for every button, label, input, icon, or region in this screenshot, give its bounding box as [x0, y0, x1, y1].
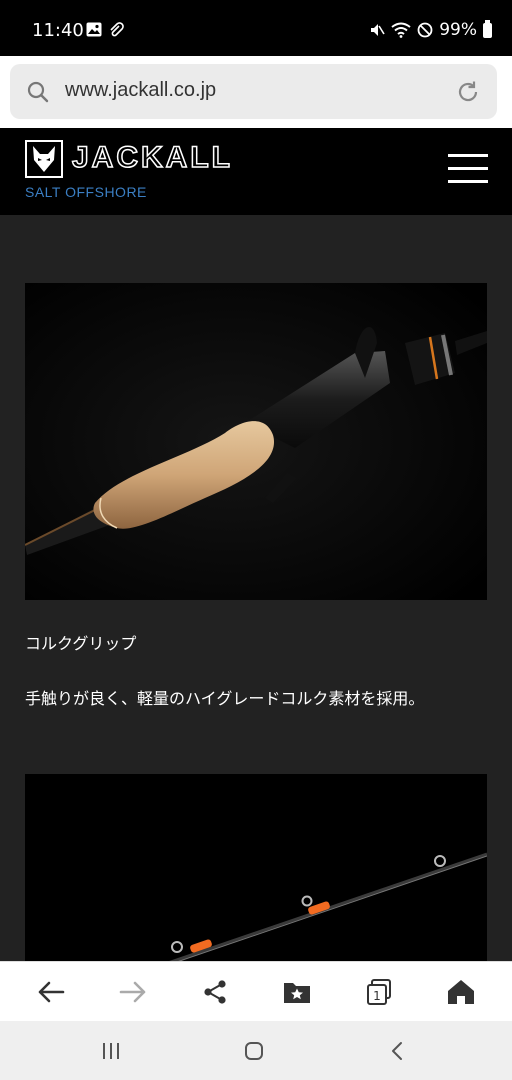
back-nav-icon[interactable] — [383, 1039, 411, 1063]
bookmark-folder-icon[interactable] — [281, 976, 313, 1008]
browser-toolbar: 1 — [0, 961, 512, 1021]
jackall-logo-icon[interactable] — [25, 140, 63, 178]
home-nav-icon[interactable] — [240, 1039, 268, 1063]
home-icon[interactable] — [445, 976, 477, 1008]
main-content: コルクグリップ 手触りが良く、軽量のハイグレードコルク素材を採用。 — [0, 215, 512, 961]
arrow-left-icon[interactable] — [35, 976, 67, 1008]
caption-body: 手触りが良く、軽量のハイグレードコルク素材を採用。 — [25, 689, 425, 708]
site-header: JACKALL SALT OFFSHORE — [0, 128, 512, 215]
address-bar[interactable]: www.jackall.co.jp — [10, 64, 497, 119]
mute-icon — [371, 24, 385, 36]
status-bar: 11:40 99% — [0, 0, 512, 56]
browser-address-area: www.jackall.co.jp — [0, 56, 512, 128]
brand-logo-text[interactable]: JACKALL — [71, 140, 233, 175]
rod-guides-photo — [25, 774, 487, 961]
tab-count: 1 — [373, 989, 381, 1003]
gallery-notification-icon — [86, 22, 102, 37]
search-icon — [27, 81, 49, 103]
recent-apps-icon[interactable] — [97, 1039, 125, 1063]
wifi-icon — [391, 22, 411, 38]
battery-percent: 99% — [439, 20, 477, 40]
arrow-right-icon[interactable] — [117, 976, 149, 1008]
do-not-disturb-icon — [417, 22, 433, 38]
cork-grip-photo — [25, 283, 487, 600]
tabs-icon[interactable]: 1 — [363, 976, 395, 1008]
caption-title: コルクグリップ — [25, 634, 137, 653]
share-icon[interactable] — [199, 976, 231, 1008]
reload-icon[interactable] — [455, 79, 481, 105]
hamburger-menu-icon[interactable] — [448, 154, 488, 186]
battery-icon — [483, 19, 492, 38]
section-label[interactable]: SALT OFFSHORE — [25, 184, 147, 200]
status-time: 11:40 — [32, 20, 84, 41]
url-text[interactable]: www.jackall.co.jp — [65, 79, 216, 102]
attachment-notification-icon — [110, 22, 124, 37]
system-nav-bar — [0, 1021, 512, 1080]
